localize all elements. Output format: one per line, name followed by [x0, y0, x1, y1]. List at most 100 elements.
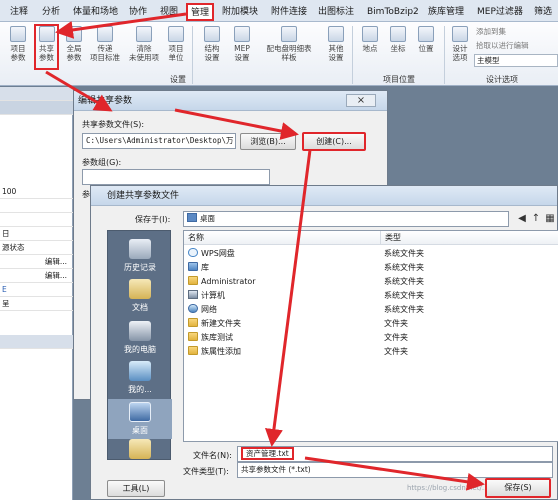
other-settings-button[interactable]: 其他 设置 — [324, 26, 348, 62]
create-button[interactable]: 创建(C)... — [302, 132, 366, 151]
filename-label: 文件名(N): — [193, 451, 232, 460]
purge-unused-button[interactable]: 清除 未使用项 — [126, 26, 162, 62]
user-icon — [188, 276, 198, 285]
shared-parameters-button[interactable]: 共享 参数 — [34, 24, 59, 70]
tab-annotate[interactable]: 注释 — [10, 4, 28, 20]
tab-manage[interactable]: 管理 — [186, 3, 215, 21]
column-header-name[interactable]: 名称 — [184, 231, 380, 245]
dialog-title: 创建共享参数文件 — [91, 186, 557, 206]
tab-collaborate[interactable]: 协作 — [129, 4, 147, 20]
history-icon — [129, 239, 151, 259]
new-folder-icon[interactable]: ▦ — [543, 212, 557, 226]
tab-family-library[interactable]: 族库管理 — [428, 4, 464, 20]
tab-print-annotation[interactable]: 出图标注 — [318, 4, 354, 20]
up-folder-icon[interactable]: ↑ — [529, 212, 543, 226]
save-button[interactable]: 保存(S) — [485, 478, 551, 498]
ribbon-separator — [444, 26, 445, 84]
panel-header — [0, 101, 73, 115]
add-to-set-link[interactable]: 添加到集 — [476, 26, 506, 37]
cloud-icon — [188, 248, 198, 257]
create-shared-parameter-file-dialog: 创建共享参数文件 保存于(I): 桌面 ◀ ↑ ▦ 历史记录 文档 我的电脑 我… — [90, 185, 558, 500]
panel-schedule-templates-button[interactable]: 配电盘明细表 样板 — [260, 26, 318, 62]
tools-button[interactable]: 工具(L) — [107, 480, 165, 497]
filetype-label: 文件类型(T): — [183, 467, 229, 476]
file-row[interactable]: 新建文件夹 文件夹 — [184, 317, 558, 331]
tab-bimtobzip2[interactable]: BimToBzip2 — [367, 4, 419, 20]
structural-settings-icon — [204, 26, 220, 42]
main-model-select[interactable]: 主模型 — [474, 54, 558, 67]
property-value[interactable]: 100 — [0, 185, 73, 199]
design-options-button[interactable]: 设计 选项 — [448, 26, 472, 62]
coordinates-button[interactable]: 坐标 — [386, 26, 410, 53]
computer-icon — [129, 321, 151, 341]
file-row[interactable]: 计算机 系统文件夹 — [184, 289, 558, 303]
coordinates-icon — [390, 26, 406, 42]
network-icon — [188, 304, 198, 313]
file-row[interactable]: Administrator 系统文件夹 — [184, 275, 558, 289]
tab-addins[interactable]: 附加模块 — [222, 4, 258, 20]
place-my-computer[interactable]: 我的电脑 — [108, 321, 172, 355]
property-row: E — [0, 283, 73, 297]
ribbon-separator — [352, 26, 353, 84]
global-parameters-button[interactable]: 全局 参数 — [62, 26, 86, 62]
network-icon — [129, 361, 151, 381]
param-group-select[interactable] — [82, 169, 270, 185]
filename-input[interactable]: 资产管理.txt — [237, 446, 553, 462]
column-header-type[interactable]: 类型 — [380, 231, 558, 245]
ribbon-panel: 项目 参数 共享 参数 全局 参数 传递 项目标准 清除 未使用项 项目 单位 … — [0, 22, 558, 86]
file-row[interactable]: 族库测试 文件夹 — [184, 331, 558, 345]
tab-attachments[interactable]: 附件连接 — [271, 4, 307, 20]
group-label-project-location: 项目位置 — [383, 75, 415, 84]
transfer-standards-icon — [97, 26, 113, 42]
location-button[interactable]: 地点 — [358, 26, 382, 53]
file-row[interactable]: 族属性添加 文件夹 — [184, 345, 558, 359]
tab-view[interactable]: 视图 — [160, 4, 178, 20]
filetype-select[interactable]: 共享参数文件 (*.txt) — [237, 462, 553, 478]
file-row[interactable]: 网络 系统文件夹 — [184, 303, 558, 317]
file-list: 名称 类型 WPS网盘 系统文件夹 库系统文件夹 Administrator 系统文… — [183, 230, 558, 442]
project-parameters-button[interactable]: 项目 参数 — [6, 26, 30, 62]
structural-settings-button[interactable]: 结构 设置 — [200, 26, 224, 62]
back-icon[interactable]: ◀ — [515, 212, 529, 226]
project-units-icon — [168, 26, 184, 42]
mep-settings-button[interactable]: MEP 设置 — [230, 26, 254, 62]
property-row: 源状态 — [0, 241, 73, 255]
other-settings-icon — [328, 26, 344, 42]
shared-params-file-path[interactable]: C:\Users\Administrator\Desktop\万: — [82, 133, 236, 149]
shared-params-file-label: 共享参数文件(S): — [82, 120, 145, 129]
save-in-select[interactable]: 桌面 — [183, 211, 509, 227]
edit-button[interactable]: 编辑... — [0, 269, 73, 283]
file-row[interactable]: WPS网盘 系统文件夹 — [184, 247, 558, 261]
purge-unused-icon — [136, 26, 152, 42]
transfer-standards-button[interactable]: 传递 项目标准 — [88, 26, 122, 62]
group-label-design-options: 设计选项 — [486, 75, 518, 84]
browse-button[interactable]: 浏览(B)... — [240, 133, 296, 150]
property-row — [0, 199, 73, 213]
place-history[interactable]: 历史记录 — [108, 239, 172, 273]
place-my-network[interactable]: 我的... — [108, 361, 172, 395]
tab-massing-site[interactable]: 体量和场地 — [73, 4, 118, 20]
group-label-settings: 设置 — [170, 75, 186, 84]
mep-settings-icon — [234, 26, 250, 42]
close-button[interactable]: × — [346, 94, 376, 107]
project-units-button[interactable]: 项目 单位 — [164, 26, 188, 62]
tab-analyze[interactable]: 分析 — [42, 4, 60, 20]
property-row: 日 — [0, 227, 73, 241]
pick-to-edit-link[interactable]: 拾取以进行编辑 — [476, 40, 529, 51]
place-favorites[interactable] — [108, 439, 172, 462]
property-row — [0, 213, 73, 227]
position-button[interactable]: 位置 — [414, 26, 438, 53]
design-options-icon — [452, 26, 468, 42]
desktop-icon — [129, 402, 151, 422]
panel-schedule-icon — [281, 26, 297, 42]
file-row[interactable]: 库系统文件夹 — [184, 261, 558, 275]
desktop-icon — [187, 213, 197, 222]
place-desktop[interactable]: 桌面 — [108, 399, 172, 439]
tab-mep-filter[interactable]: MEP过滤器 — [477, 4, 523, 20]
place-documents[interactable]: 文档 — [108, 279, 172, 313]
tab-filter[interactable]: 筛选 — [534, 4, 552, 20]
dialog-title: 编辑共享参数 — [74, 91, 387, 111]
edit-button[interactable]: 编辑... — [0, 255, 73, 269]
params-label: 参 — [82, 190, 90, 199]
project-parameters-icon — [10, 26, 26, 42]
